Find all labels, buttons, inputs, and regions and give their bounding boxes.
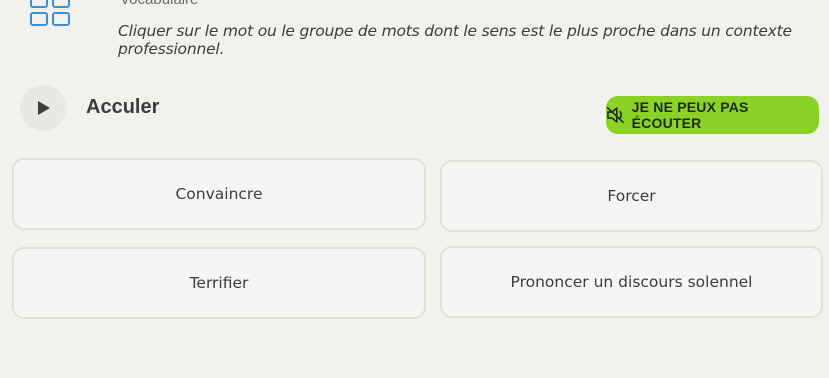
answer-option-label: Prononcer un discours solennel	[510, 273, 753, 291]
answer-option-label: Terrifier	[189, 274, 249, 292]
answer-option[interactable]: Prononcer un discours solennel	[440, 246, 823, 318]
instruction-text: Cliquer sur le mot ou le groupe de mots …	[118, 22, 792, 58]
play-audio-button[interactable]	[20, 85, 66, 131]
answer-option-label: Convaincre	[175, 185, 263, 203]
vocabulary-grid-icon	[30, 0, 76, 30]
prompt-word: Acculer	[86, 96, 160, 118]
cant-listen-label: JE NE PEUX PAS ÉCOUTER	[631, 99, 749, 131]
answer-option[interactable]: Terrifier	[12, 247, 426, 319]
answer-option-label: Forcer	[607, 187, 656, 205]
answer-option[interactable]: Convaincre	[12, 158, 426, 230]
answer-option[interactable]: Forcer	[440, 160, 823, 232]
cant-listen-button[interactable]: JE NE PEUX PAS ÉCOUTER	[606, 96, 819, 134]
category-label: Vocabulaire	[120, 0, 198, 8]
play-icon	[38, 101, 50, 115]
speaker-muted-icon	[606, 106, 625, 124]
